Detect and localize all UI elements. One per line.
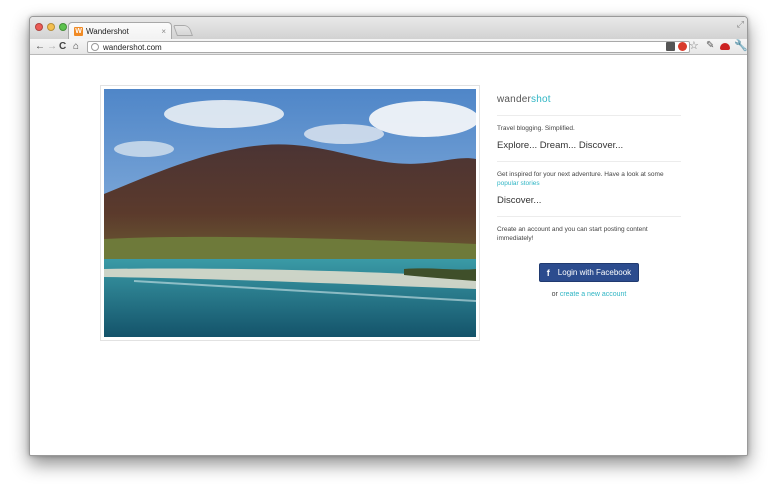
url-text: wandershot.com [103,42,162,52]
extension-icon[interactable] [666,42,675,51]
or-text: or [551,291,558,298]
browser-window: W Wandershot × ⤢ ← → C ⌂ wandershot.com … [29,16,748,456]
headline: Explore... Dream... Discover... [497,140,624,151]
wrench-icon[interactable]: 🔧 [734,39,747,52]
hero-image-frame [100,85,480,341]
star-icon[interactable]: ☆ [689,39,699,52]
account-text: Create an account and you can start post… [497,226,648,242]
home-icon[interactable]: ⌂ [73,40,79,54]
inspire-text-body: Get inspired for your next adventure. Ha… [497,171,664,178]
create-account-link[interactable]: create a new account [560,291,627,298]
login-with-facebook-button[interactable]: f Login with Facebook [539,263,639,282]
intro-panel: wandershot Travel blogging. Simplified. … [497,94,681,298]
title-bar: W Wandershot × ⤢ [30,17,747,39]
fullscreen-icon[interactable]: ⤢ [737,19,744,30]
divider [497,216,681,217]
tagline: Travel blogging. Simplified. [497,125,575,132]
facebook-icon: f [546,267,550,278]
landscape-photo [104,89,476,337]
popular-stories-link[interactable]: popular stories [497,180,540,187]
facebook-button-label: Login with Facebook [557,268,632,277]
brand-name-plain: wander [497,94,531,105]
new-tab-button[interactable] [172,25,194,36]
discover-heading: Discover... [497,195,542,206]
zoom-window-button[interactable] [59,23,67,31]
extension-icon[interactable]: ✎ [706,40,714,51]
divider [497,115,681,116]
extension-icon[interactable] [720,43,730,50]
browser-tab[interactable]: W Wandershot × [68,22,172,39]
brand-logo[interactable]: wandershot [497,94,681,105]
create-account-line: or create a new account [497,291,681,298]
window-controls [35,23,67,31]
reload-icon[interactable]: C [59,40,66,54]
divider [497,161,681,162]
minimize-window-button[interactable] [47,23,55,31]
forward-icon[interactable]: → [47,40,57,54]
back-icon[interactable]: ← [35,40,45,54]
globe-icon [91,43,99,51]
close-window-button[interactable] [35,23,43,31]
adblock-icon[interactable] [678,42,687,51]
tab-close-icon[interactable]: × [161,27,166,36]
address-bar[interactable]: wandershot.com [87,41,690,53]
web-page: wandershot Travel blogging. Simplified. … [30,56,747,455]
inspire-text: Get inspired for your next adventure. Ha… [497,170,681,188]
site-favicon-icon: W [74,26,83,36]
browser-toolbar: ← → C ⌂ wandershot.com ☆ ✎ 🔧 [30,39,747,55]
tab-title: Wandershot [86,26,129,36]
brand-name-accent: shot [531,94,551,105]
